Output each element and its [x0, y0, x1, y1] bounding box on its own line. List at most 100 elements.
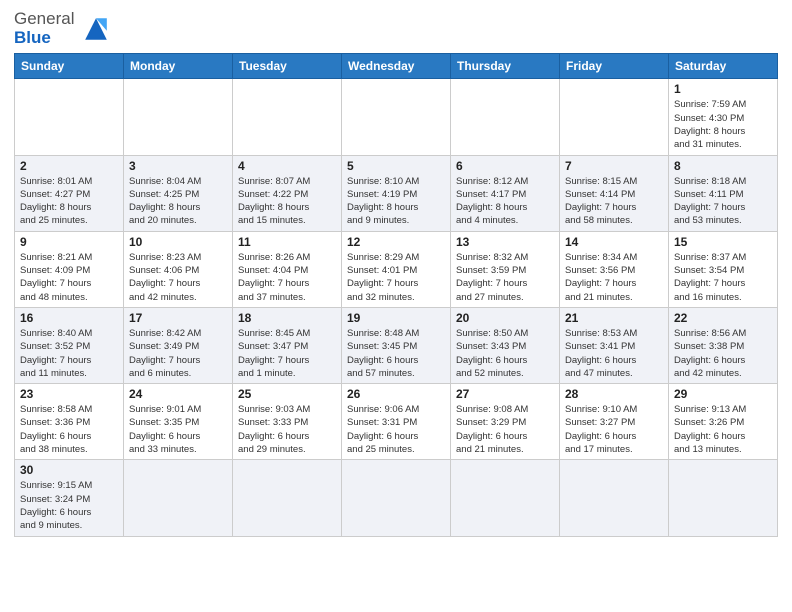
- day-info: Sunrise: 8:32 AM Sunset: 3:59 PM Dayligh…: [456, 251, 554, 304]
- day-info: Sunrise: 8:53 AM Sunset: 3:41 PM Dayligh…: [565, 327, 663, 380]
- calendar-cell: 11 Sunrise: 8:26 AM Sunset: 4:04 PM Dayli…: [233, 231, 342, 307]
- calendar-row: 16Sunrise: 8:40 AM Sunset: 3:52 PM Dayli…: [15, 307, 778, 383]
- day-number: 26: [347, 387, 445, 401]
- day-info: Sunrise: 8:04 AM Sunset: 4:25 PM Dayligh…: [129, 175, 227, 228]
- calendar-row: 1 Sunrise: 7:59 AM Sunset: 4:30 PM Daylig…: [15, 79, 778, 155]
- day-info: Sunrise: 8:58 AM Sunset: 3:36 PM Dayligh…: [20, 403, 118, 456]
- calendar-cell: [233, 79, 342, 155]
- calendar-cell: [124, 460, 233, 536]
- day-info: Sunrise: 8:21 AM Sunset: 4:09 PM Dayligh…: [20, 251, 118, 304]
- day-number: 12: [347, 235, 445, 249]
- day-info: Sunrise: 8:42 AM Sunset: 3:49 PM Dayligh…: [129, 327, 227, 380]
- day-number: 3: [129, 159, 227, 173]
- calendar-cell: 10 Sunrise: 8:23 AM Sunset: 4:06 PM Dayli…: [124, 231, 233, 307]
- calendar-cell: 18 Sunrise: 8:45 AM Sunset: 3:47 PM Dayli…: [233, 307, 342, 383]
- calendar-table: SundayMondayTuesdayWednesdayThursdayFrid…: [14, 53, 778, 536]
- day-number: 11: [238, 235, 336, 249]
- weekday-header-tuesday: Tuesday: [233, 54, 342, 79]
- calendar-cell: 28 Sunrise: 9:10 AM Sunset: 3:27 PM Dayli…: [560, 384, 669, 460]
- day-number: 8: [674, 159, 772, 173]
- day-number: 6: [456, 159, 554, 173]
- day-number: 16: [20, 311, 118, 325]
- calendar-cell: 12 Sunrise: 8:29 AM Sunset: 4:01 PM Dayli…: [342, 231, 451, 307]
- day-number: 10: [129, 235, 227, 249]
- day-info: Sunrise: 8:07 AM Sunset: 4:22 PM Dayligh…: [238, 175, 336, 228]
- day-info: Sunrise: 9:08 AM Sunset: 3:29 PM Dayligh…: [456, 403, 554, 456]
- calendar-cell: 22Sunrise: 8:56 AM Sunset: 3:38 PM Dayli…: [669, 307, 778, 383]
- calendar-cell: [560, 79, 669, 155]
- day-number: 24: [129, 387, 227, 401]
- calendar-cell: 5 Sunrise: 8:10 AM Sunset: 4:19 PM Daylig…: [342, 155, 451, 231]
- day-info: Sunrise: 8:37 AM Sunset: 3:54 PM Dayligh…: [674, 251, 772, 304]
- calendar-row: 30Sunrise: 9:15 AM Sunset: 3:24 PM Dayli…: [15, 460, 778, 536]
- calendar-cell: 27 Sunrise: 9:08 AM Sunset: 3:29 PM Dayli…: [451, 384, 560, 460]
- day-number: 29: [674, 387, 772, 401]
- calendar-cell: 23Sunrise: 8:58 AM Sunset: 3:36 PM Dayli…: [15, 384, 124, 460]
- day-info: Sunrise: 8:15 AM Sunset: 4:14 PM Dayligh…: [565, 175, 663, 228]
- calendar-row: 2 Sunrise: 8:01 AM Sunset: 4:27 PM Daylig…: [15, 155, 778, 231]
- day-number: 2: [20, 159, 118, 173]
- weekday-header-friday: Friday: [560, 54, 669, 79]
- day-info: Sunrise: 9:10 AM Sunset: 3:27 PM Dayligh…: [565, 403, 663, 456]
- day-number: 1: [674, 82, 772, 96]
- day-info: Sunrise: 8:01 AM Sunset: 4:27 PM Dayligh…: [20, 175, 118, 228]
- calendar-cell: [233, 460, 342, 536]
- day-number: 25: [238, 387, 336, 401]
- day-number: 28: [565, 387, 663, 401]
- calendar-cell: 7 Sunrise: 8:15 AM Sunset: 4:14 PM Daylig…: [560, 155, 669, 231]
- logo: General Blue: [14, 10, 114, 47]
- day-number: 5: [347, 159, 445, 173]
- calendar-cell: 30Sunrise: 9:15 AM Sunset: 3:24 PM Dayli…: [15, 460, 124, 536]
- day-number: 14: [565, 235, 663, 249]
- calendar-cell: 29 Sunrise: 9:13 AM Sunset: 3:26 PM Dayli…: [669, 384, 778, 460]
- calendar-cell: 14 Sunrise: 8:34 AM Sunset: 3:56 PM Dayli…: [560, 231, 669, 307]
- day-info: Sunrise: 8:10 AM Sunset: 4:19 PM Dayligh…: [347, 175, 445, 228]
- calendar-cell: [342, 79, 451, 155]
- day-info: Sunrise: 9:13 AM Sunset: 3:26 PM Dayligh…: [674, 403, 772, 456]
- weekday-header-saturday: Saturday: [669, 54, 778, 79]
- day-number: 4: [238, 159, 336, 173]
- day-info: Sunrise: 8:29 AM Sunset: 4:01 PM Dayligh…: [347, 251, 445, 304]
- day-info: Sunrise: 8:23 AM Sunset: 4:06 PM Dayligh…: [129, 251, 227, 304]
- calendar-cell: [124, 79, 233, 155]
- day-info: Sunrise: 7:59 AM Sunset: 4:30 PM Dayligh…: [674, 98, 772, 151]
- day-number: 9: [20, 235, 118, 249]
- day-number: 27: [456, 387, 554, 401]
- day-info: Sunrise: 9:01 AM Sunset: 3:35 PM Dayligh…: [129, 403, 227, 456]
- logo-icon: [78, 11, 114, 47]
- day-number: 18: [238, 311, 336, 325]
- calendar-cell: 13Sunrise: 8:32 AM Sunset: 3:59 PM Dayli…: [451, 231, 560, 307]
- calendar-cell: 1 Sunrise: 7:59 AM Sunset: 4:30 PM Daylig…: [669, 79, 778, 155]
- day-info: Sunrise: 8:45 AM Sunset: 3:47 PM Dayligh…: [238, 327, 336, 380]
- calendar-cell: 24 Sunrise: 9:01 AM Sunset: 3:35 PM Dayli…: [124, 384, 233, 460]
- calendar-cell: 6 Sunrise: 8:12 AM Sunset: 4:17 PM Daylig…: [451, 155, 560, 231]
- day-info: Sunrise: 8:18 AM Sunset: 4:11 PM Dayligh…: [674, 175, 772, 228]
- day-number: 22: [674, 311, 772, 325]
- weekday-header-sunday: Sunday: [15, 54, 124, 79]
- page-header: General Blue: [14, 10, 778, 47]
- calendar-cell: 8 Sunrise: 8:18 AM Sunset: 4:11 PM Daylig…: [669, 155, 778, 231]
- day-info: Sunrise: 9:06 AM Sunset: 3:31 PM Dayligh…: [347, 403, 445, 456]
- day-info: Sunrise: 9:03 AM Sunset: 3:33 PM Dayligh…: [238, 403, 336, 456]
- day-number: 21: [565, 311, 663, 325]
- day-info: Sunrise: 8:26 AM Sunset: 4:04 PM Dayligh…: [238, 251, 336, 304]
- weekday-header-row: SundayMondayTuesdayWednesdayThursdayFrid…: [15, 54, 778, 79]
- calendar-cell: 21 Sunrise: 8:53 AM Sunset: 3:41 PM Dayli…: [560, 307, 669, 383]
- logo-text-blue: Blue: [14, 29, 74, 48]
- day-info: Sunrise: 8:50 AM Sunset: 3:43 PM Dayligh…: [456, 327, 554, 380]
- calendar-row: 9 Sunrise: 8:21 AM Sunset: 4:09 PM Daylig…: [15, 231, 778, 307]
- weekday-header-monday: Monday: [124, 54, 233, 79]
- day-number: 30: [20, 463, 118, 477]
- weekday-header-wednesday: Wednesday: [342, 54, 451, 79]
- calendar-cell: [560, 460, 669, 536]
- calendar-cell: 25 Sunrise: 9:03 AM Sunset: 3:33 PM Dayli…: [233, 384, 342, 460]
- day-number: 7: [565, 159, 663, 173]
- calendar-cell: 17Sunrise: 8:42 AM Sunset: 3:49 PM Dayli…: [124, 307, 233, 383]
- day-info: Sunrise: 8:34 AM Sunset: 3:56 PM Dayligh…: [565, 251, 663, 304]
- calendar-cell: [451, 79, 560, 155]
- day-info: Sunrise: 8:12 AM Sunset: 4:17 PM Dayligh…: [456, 175, 554, 228]
- calendar-cell: 2 Sunrise: 8:01 AM Sunset: 4:27 PM Daylig…: [15, 155, 124, 231]
- calendar-cell: [15, 79, 124, 155]
- day-number: 15: [674, 235, 772, 249]
- calendar-cell: [342, 460, 451, 536]
